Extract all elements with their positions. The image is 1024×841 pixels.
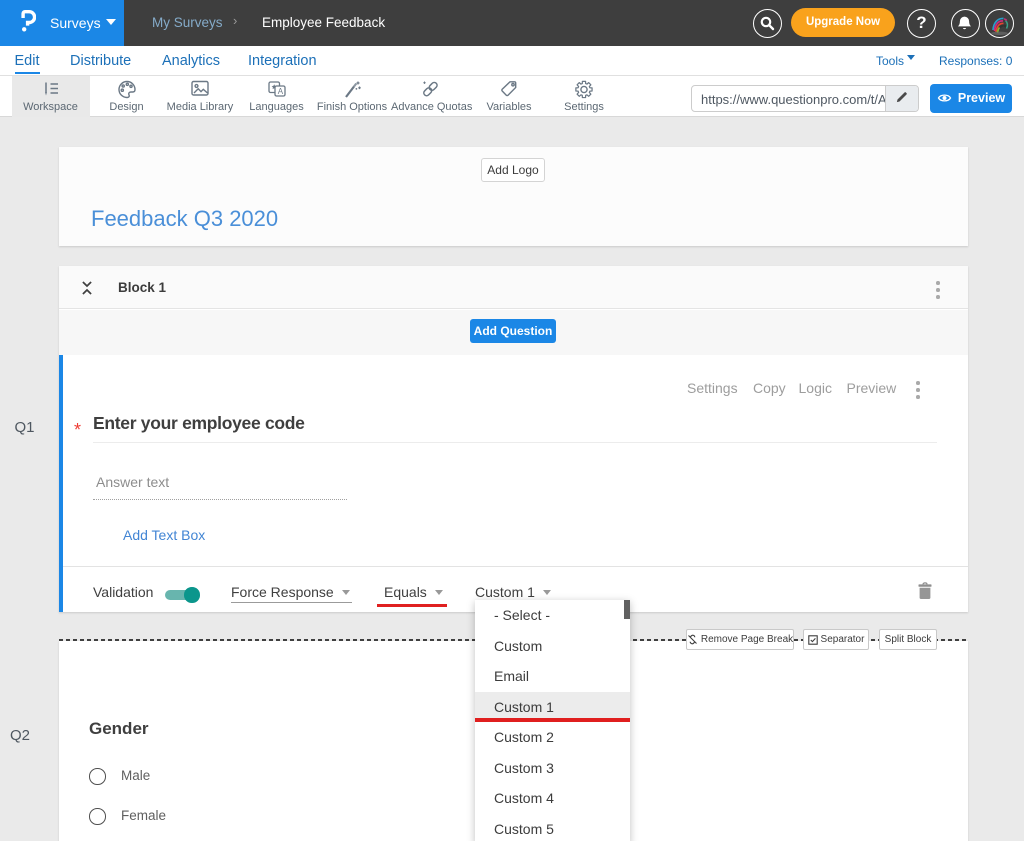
svg-text:A: A: [277, 87, 283, 96]
